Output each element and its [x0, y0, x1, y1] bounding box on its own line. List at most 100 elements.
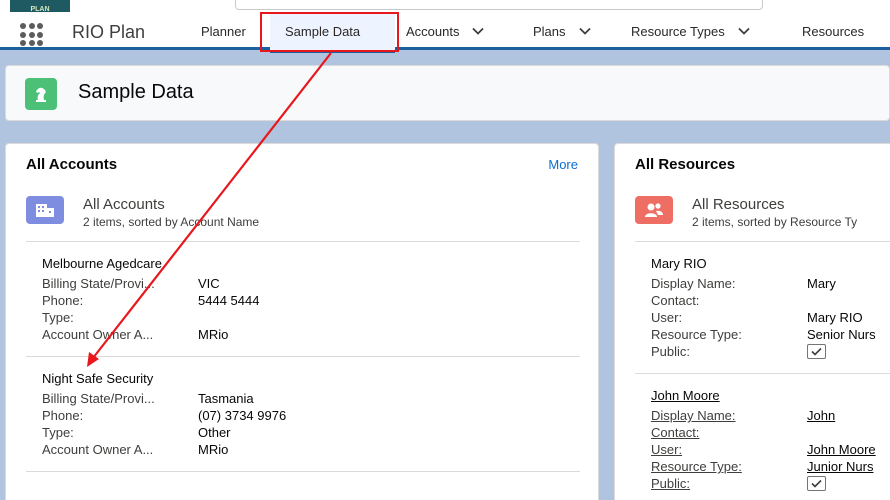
app-name: RIO Plan: [72, 22, 146, 42]
list-view-subtitle: 2 items, sorted by Account Name: [83, 215, 260, 229]
field-row: Resource Type: Senior Nurs: [651, 326, 876, 343]
nav-tab-resource-types[interactable]: Resource Types: [631, 12, 751, 50]
field-label: Resource Type:: [651, 327, 742, 342]
field-label: Billing State/Provi...: [42, 276, 155, 291]
more-link[interactable]: More: [548, 157, 578, 172]
divider: [635, 241, 890, 242]
nav-tab-label: Plans: [533, 23, 566, 39]
nav-tab-resources[interactable]: Resources: [802, 12, 864, 50]
divider: [26, 356, 580, 357]
record-name-link[interactable]: Mary RIO: [651, 256, 876, 275]
field-row: Display Name: John: [651, 407, 876, 424]
list-view-title[interactable]: All Resources: [692, 196, 785, 213]
navigation-bar: RIO Plan Planner Sample Data Accounts Pl…: [0, 12, 890, 53]
checkmark-icon: [811, 347, 822, 356]
nav-tab-plans[interactable]: Plans: [533, 12, 592, 50]
field-row: User: Mary RIO: [651, 309, 876, 326]
field-label: Contact:: [651, 293, 700, 308]
list-view-subtitle: 2 items, sorted by Resource Ty: [692, 215, 858, 229]
field-row: Contact:: [651, 424, 876, 441]
divider: [26, 471, 580, 472]
field-label: User:: [651, 442, 683, 457]
nav-tab-label: Planner: [201, 23, 246, 39]
field-label: Phone:: [42, 408, 84, 423]
accounts-card: All Accounts More All Accounts 2 items, …: [5, 143, 599, 500]
record-name-link[interactable]: Melbourne Agedcare: [42, 256, 259, 275]
field-row: Type:: [42, 309, 259, 326]
list-item: Mary RIO Display Name: Mary Contact: User…: [651, 256, 876, 360]
list-item: Night Safe Security Billing State/Provi.…: [42, 371, 286, 458]
public-checkbox: [807, 344, 826, 359]
field-row: User: John Moore: [651, 441, 876, 458]
field-label: Public:: [651, 344, 691, 359]
field-row: Account Owner A... MRio: [42, 326, 259, 343]
field-value: MRio: [198, 442, 229, 457]
building-icon: [26, 196, 64, 224]
field-label: Billing State/Provi...: [42, 391, 155, 406]
card-title[interactable]: All Accounts: [26, 156, 117, 173]
page-title: Sample Data: [78, 81, 194, 103]
list-item: Melbourne Agedcare Billing State/Provi..…: [42, 256, 259, 343]
app-launcher-icon[interactable]: [20, 23, 48, 46]
global-header: PLAN: [0, 0, 890, 16]
nav-tab-label: Sample Data: [285, 23, 361, 39]
field-label: User:: [651, 310, 683, 325]
field-label: Contact:: [651, 425, 700, 440]
field-value: Tasmania: [198, 391, 254, 406]
nav-tab-sample-data[interactable]: Sample Data: [270, 12, 395, 53]
field-label: Display Name:: [651, 408, 736, 423]
nav-tab-label: Accounts: [406, 23, 460, 39]
field-value: (07) 3734 9976: [198, 408, 287, 423]
field-row: Billing State/Provi... VIC: [42, 275, 259, 292]
nav-tab-label: Resource Types: [631, 23, 725, 39]
field-label: Type:: [42, 425, 74, 440]
field-row: Phone: (07) 3734 9976: [42, 407, 286, 424]
chevron-down-icon[interactable]: [578, 24, 592, 38]
chevron-down-icon[interactable]: [737, 24, 751, 38]
field-label: Public:: [651, 476, 691, 491]
global-search-input[interactable]: [235, 0, 763, 10]
field-row: Account Owner A... MRio: [42, 441, 286, 458]
field-row: Phone: 5444 5444: [42, 292, 259, 309]
field-row: Resource Type: Junior Nurs: [651, 458, 876, 475]
field-label: Account Owner A...: [42, 327, 154, 342]
page-header: Sample Data: [5, 65, 890, 121]
field-row: Billing State/Provi... Tasmania: [42, 390, 286, 407]
chess-knight-icon: [25, 78, 57, 110]
nav-tab-planner[interactable]: Planner: [201, 12, 246, 50]
field-label: Phone:: [42, 293, 84, 308]
checkmark-icon: [811, 479, 822, 488]
field-value: 5444 5444: [198, 293, 260, 308]
field-value: John Moore: [807, 442, 876, 457]
field-value: Senior Nurs: [807, 327, 876, 342]
field-value: MRio: [198, 327, 229, 342]
divider: [635, 373, 890, 374]
field-value: Other: [198, 425, 231, 440]
nav-tab-label: Resources: [802, 23, 865, 39]
list-view-title[interactable]: All Accounts: [83, 196, 165, 213]
field-row: Public:: [651, 475, 876, 492]
resources-card: All Resources All Resources 2 items, sor…: [614, 143, 890, 500]
field-value: VIC: [198, 276, 220, 291]
field-row: Public:: [651, 343, 876, 360]
chevron-down-icon[interactable]: [471, 24, 485, 38]
people-icon: [635, 196, 673, 224]
field-value: John: [807, 408, 836, 423]
nav-tab-accounts[interactable]: Accounts: [406, 12, 485, 50]
field-label: Resource Type:: [651, 459, 742, 474]
divider: [26, 241, 580, 242]
field-row: Contact:: [651, 292, 876, 309]
field-label: Display Name:: [651, 276, 736, 291]
field-value: Junior Nurs: [807, 459, 874, 474]
field-label: Type:: [42, 310, 74, 325]
record-name-link[interactable]: Night Safe Security: [42, 371, 286, 390]
public-checkbox: [807, 476, 826, 491]
list-item: John Moore Display Name: John Contact: Us…: [651, 388, 876, 492]
field-value: Mary: [807, 276, 836, 291]
field-value: Mary RIO: [807, 310, 863, 325]
field-row: Display Name: Mary: [651, 275, 876, 292]
field-label: Account Owner A...: [42, 442, 154, 457]
field-row: Type: Other: [42, 424, 286, 441]
card-title[interactable]: All Resources: [635, 156, 735, 173]
record-name-link[interactable]: John Moore: [651, 388, 876, 407]
